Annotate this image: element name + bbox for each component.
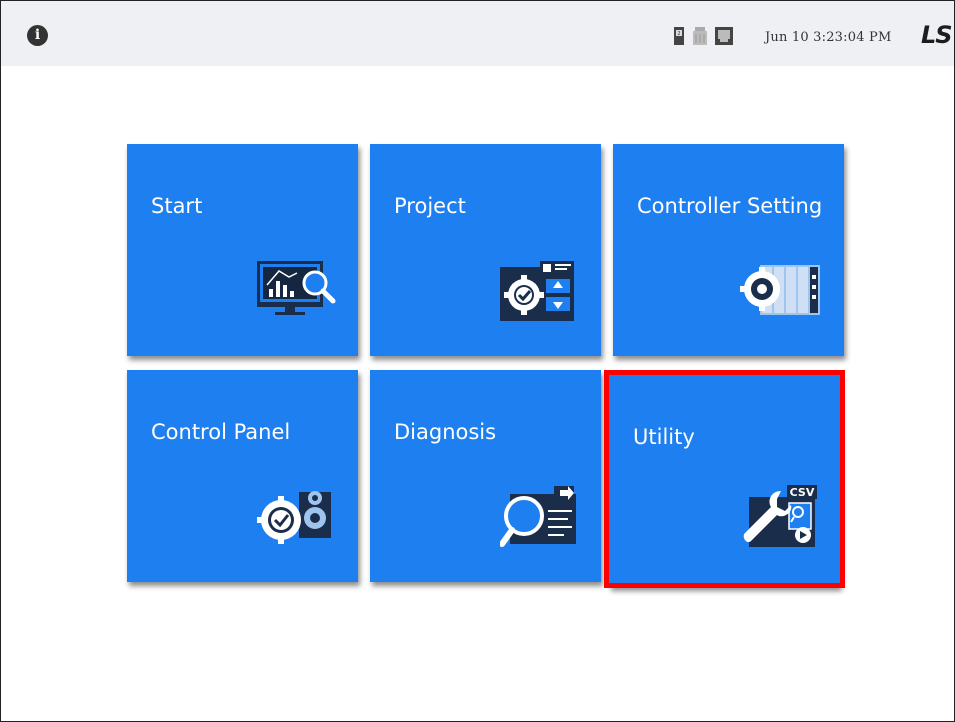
tile-label: Utility bbox=[633, 425, 695, 449]
wrench-csv-icon: CSV bbox=[743, 485, 817, 547]
datetime-display: Jun 10 3:23:04 PM bbox=[765, 30, 892, 45]
tile-utility[interactable]: Utility CSV bbox=[609, 375, 840, 587]
tile-control-panel[interactable]: Control Panel bbox=[127, 370, 358, 582]
info-icon[interactable]: i bbox=[27, 25, 48, 46]
project-gear-check-icon bbox=[500, 261, 574, 321]
tile-label: Project bbox=[394, 194, 466, 218]
gear-plc-rack-icon bbox=[740, 265, 820, 315]
app-window bbox=[0, 0, 955, 722]
svg-text:2: 2 bbox=[677, 31, 680, 37]
network-icon bbox=[715, 27, 733, 45]
brand-logo: LS bbox=[921, 21, 953, 49]
tile-label: Start bbox=[151, 194, 203, 218]
tile-project[interactable]: Project bbox=[370, 144, 601, 356]
gears-check-icon bbox=[257, 491, 331, 544]
tile-label: Control Panel bbox=[151, 420, 291, 444]
tile-controller-setting[interactable]: Controller Setting bbox=[613, 144, 844, 356]
sd-card-icon: 2 bbox=[674, 27, 684, 45]
tile-label: Diagnosis bbox=[394, 420, 497, 444]
usb-memory-icon bbox=[693, 27, 707, 45]
magnifier-screen-icon bbox=[500, 486, 576, 547]
tile-label: Controller Setting bbox=[637, 194, 823, 218]
monitor-chart-search-icon bbox=[257, 261, 336, 315]
tile-start[interactable]: Start bbox=[127, 144, 358, 356]
status-icons: 2 bbox=[673, 25, 733, 47]
svg-text:CSV: CSV bbox=[790, 486, 815, 499]
tile-diagnosis[interactable]: Diagnosis bbox=[370, 370, 601, 582]
top-status-bar: i 2 Jun 10 3:23:04 PM LS bbox=[1, 1, 954, 66]
